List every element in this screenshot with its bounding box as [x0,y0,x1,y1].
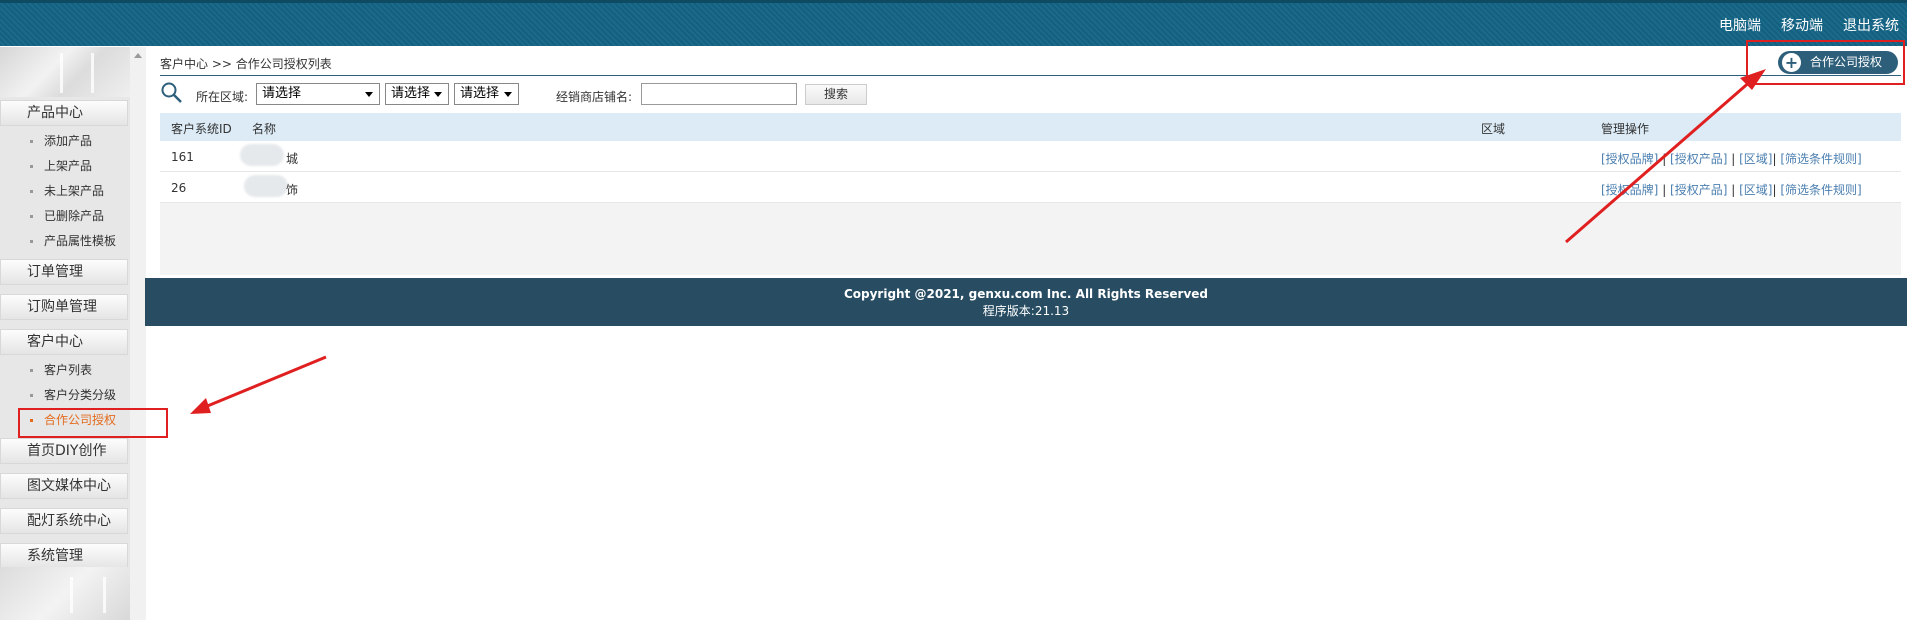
chevron-down-icon [504,92,512,97]
version-text: 程序版本:21.13 [982,304,1070,318]
menu-item-listed-products[interactable]: 上架产品 [30,157,92,175]
menu-group-purchase-orders[interactable]: 订购单管理 [0,294,128,320]
district-select[interactable]: 请选择 [454,83,519,105]
annotation-box-menu-item [18,408,168,438]
top-links: 电脑端 移动端 退出系统 [1719,15,1899,35]
annotation-arrow-head [190,398,211,414]
city-select[interactable]: 请选择 [385,83,449,105]
district-select-value: 请选择 [460,86,500,101]
region-link[interactable]: [区域] [1739,152,1772,166]
chevron-down-icon [434,92,442,97]
filter-rules-link[interactable]: [筛选条件规则] [1780,152,1861,166]
search-icon [161,82,182,103]
menu-group-homepage-diy[interactable]: 首页DIY创作 [0,438,128,464]
shop-name-label: 经销商店铺名: [556,90,633,104]
authorize-brand-link[interactable]: [授权品牌] [1601,152,1658,166]
menu-item-deleted-products[interactable]: 已删除产品 [30,207,104,225]
scroll-up-icon[interactable] [134,53,142,58]
authorize-brand-link[interactable]: [授权品牌] [1601,183,1658,197]
redacted-name [244,175,288,197]
link-desktop[interactable]: 电脑端 [1719,15,1761,35]
menu-item-label: 上架产品 [44,159,93,173]
filter-rules-link[interactable]: [筛选条件规则] [1780,183,1861,197]
chevron-down-icon [365,92,373,97]
header-strip [0,0,1907,3]
table-row: 26 饰 [授权品牌] | [授权产品] | [区域]| [筛选条件规则] [160,172,1901,203]
cell-id: 161 [171,150,194,164]
menu-group-lighting-system[interactable]: 配灯系统中心 [0,508,128,534]
province-select-value: 请选择 [262,86,302,101]
menu-item-customer-classification[interactable]: 客户分类分级 [30,386,116,404]
menu-item-product-attr-template[interactable]: 产品属性模板 [30,232,116,250]
top-header: 电脑端 移动端 退出系统 [0,0,1907,46]
link-mobile[interactable]: 移动端 [1781,15,1823,35]
menu-group-media-center[interactable]: 图文媒体中心 [0,473,128,499]
table-header: 客户系统ID 名称 区域 管理操作 [160,113,1901,141]
col-header-region: 区域 [1481,122,1506,136]
cell-name: 城 [286,152,299,166]
sidebar-decoration-bottom [0,567,130,620]
region-link[interactable]: [区域] [1739,183,1772,197]
menu-group-system-management[interactable]: 系统管理 [0,543,128,569]
col-header-name: 名称 [252,122,277,136]
shop-name-input[interactable] [641,83,797,105]
menu-item-label: 客户列表 [44,363,93,377]
menu-group-product-center[interactable]: 产品中心 [0,100,128,126]
copyright-text: Copyright @2021, genxu.com Inc. All Righ… [843,287,1209,301]
col-header-actions: 管理操作 [1601,122,1650,136]
cell-id: 26 [171,181,187,195]
table-empty-area [160,203,1901,275]
menu-item-label: 未上架产品 [44,184,105,198]
region-label: 所在区域: [196,90,249,104]
menu-item-label: 已删除产品 [44,209,105,223]
city-select-value: 请选择 [391,86,431,101]
row-actions: [授权品牌] | [授权产品] | [区域]| [筛选条件规则] [1601,152,1862,166]
divider [160,75,1901,76]
menu-item-add-product[interactable]: 添加产品 [30,132,92,150]
col-header-id: 客户系统ID [171,122,232,136]
annotation-box-add-button [1746,40,1905,85]
menu-item-unlisted-products[interactable]: 未上架产品 [30,182,104,200]
redacted-name [240,144,284,166]
sidebar-scrollbar[interactable] [130,47,146,620]
menu-group-orders[interactable]: 订单管理 [0,259,128,285]
menu-item-label: 添加产品 [44,134,93,148]
sidebar: 产品中心 添加产品 上架产品 未上架产品 已删除产品 产品属性模板 订单管理 订… [0,47,130,620]
authorize-product-link[interactable]: [授权产品] [1670,183,1727,197]
annotation-arrow-line [204,355,327,409]
cell-name: 饰 [286,183,299,197]
table-row: 161 城 [授权品牌] | [授权产品] | [区域]| [筛选条件规则] [160,141,1901,172]
link-logout[interactable]: 退出系统 [1843,15,1899,35]
menu-item-label: 产品属性模板 [44,234,117,248]
authorize-product-link[interactable]: [授权产品] [1670,152,1727,166]
menu-item-label: 客户分类分级 [44,388,117,402]
menu-item-customer-list[interactable]: 客户列表 [30,361,92,379]
search-button[interactable]: 搜索 [805,84,867,105]
breadcrumb: 客户中心 >> 合作公司授权列表 [160,57,332,71]
menu-group-customer-center[interactable]: 客户中心 [0,329,128,355]
sidebar-decoration-top [0,47,130,97]
province-select[interactable]: 请选择 [256,83,380,105]
row-actions: [授权品牌] | [授权产品] | [区域]| [筛选条件规则] [1601,183,1862,197]
footer: Copyright @2021, genxu.com Inc. All Righ… [145,278,1907,326]
